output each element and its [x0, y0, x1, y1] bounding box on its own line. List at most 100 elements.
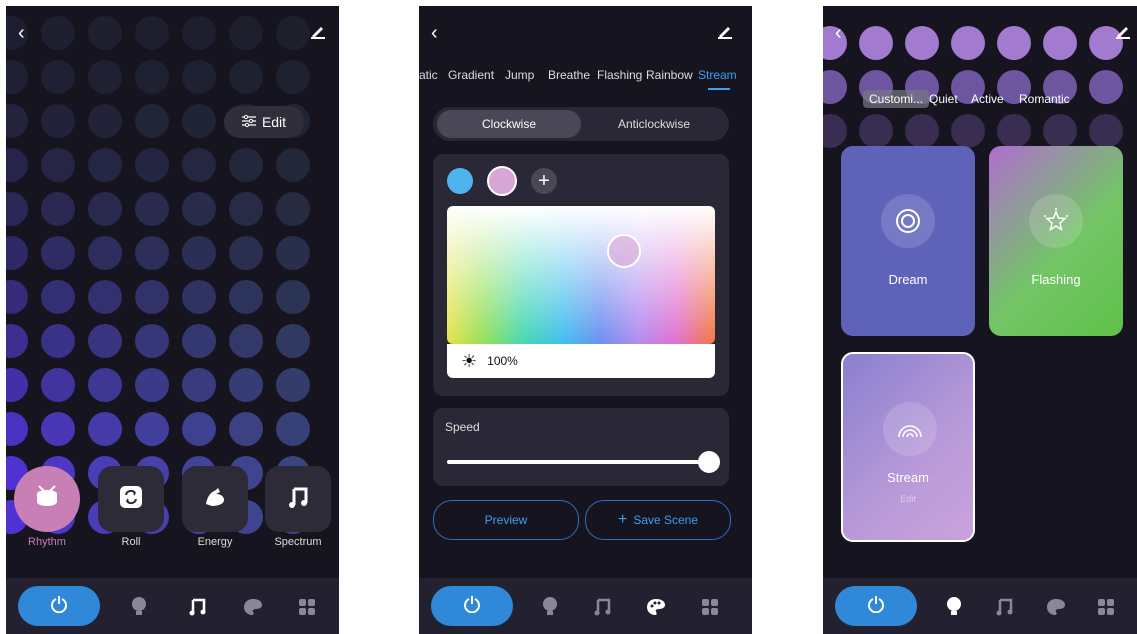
- tab-jump[interactable]: Jump: [505, 68, 534, 82]
- save-scene-button[interactable]: + Save Scene: [585, 500, 731, 540]
- color-swatch-pink[interactable]: [487, 166, 517, 196]
- led-dot: [41, 16, 75, 50]
- tab-customize[interactable]: Customi...: [863, 90, 930, 108]
- color-picker-handle[interactable]: [607, 234, 641, 268]
- music-tab-icon[interactable]: [591, 596, 613, 618]
- led-dot: [41, 280, 75, 314]
- color-swatch-blue[interactable]: [447, 168, 473, 194]
- palette-icon[interactable]: [645, 596, 667, 618]
- tab-rainbow[interactable]: Rainbow: [646, 68, 693, 82]
- power-button[interactable]: [431, 586, 513, 626]
- pencil-icon[interactable]: [1115, 22, 1131, 45]
- repeat-icon: [118, 484, 144, 515]
- mode-label-energy: Energy: [197, 536, 233, 548]
- scene-card-dream[interactable]: Dream: [841, 146, 975, 336]
- led-dot: [6, 16, 28, 50]
- back-icon[interactable]: ‹: [431, 22, 438, 45]
- led-dot: [276, 280, 310, 314]
- power-button[interactable]: [835, 586, 917, 626]
- led-dot: [6, 148, 28, 182]
- palette-icon[interactable]: [242, 596, 264, 618]
- back-icon[interactable]: ‹: [835, 22, 842, 45]
- preview-button[interactable]: Preview: [433, 500, 579, 540]
- led-dot: [182, 324, 216, 358]
- power-button[interactable]: [18, 586, 100, 626]
- pencil-icon[interactable]: [717, 22, 733, 45]
- scene-card-stream[interactable]: Stream Edit: [841, 352, 975, 542]
- mode-spectrum-button[interactable]: [265, 466, 331, 532]
- tab-active[interactable]: Active: [971, 92, 1004, 106]
- led-dot: [88, 412, 122, 446]
- grid-icon[interactable]: [296, 596, 318, 618]
- brightness-value: 100%: [487, 354, 518, 368]
- tab-flashing[interactable]: Flashing: [597, 68, 642, 82]
- led-dot: [229, 236, 263, 270]
- tab-static[interactable]: atic: [419, 68, 438, 82]
- led-dot: [905, 114, 939, 148]
- mode-energy-button[interactable]: [182, 466, 248, 532]
- scenes-screen: ‹ Customi... Quiet Active Romantic Dream…: [823, 6, 1137, 634]
- led-dot: [135, 192, 169, 226]
- bulb-icon[interactable]: [539, 596, 561, 618]
- bulb-icon[interactable]: [943, 596, 965, 618]
- back-icon[interactable]: ‹: [18, 22, 25, 45]
- concentric-circle-icon: [881, 194, 935, 248]
- led-dot: [182, 412, 216, 446]
- music-note-icon: [286, 485, 310, 514]
- speed-slider[interactable]: [447, 451, 720, 473]
- tab-breathe[interactable]: Breathe: [548, 68, 590, 82]
- led-dot: [6, 60, 28, 94]
- led-dot: [823, 70, 847, 104]
- mode-label-rhythm: Rhythm: [28, 536, 66, 548]
- led-dot: [88, 104, 122, 138]
- effect-tabs: atic Gradient Jump Breathe Flashing Rain…: [419, 68, 752, 92]
- tab-gradient[interactable]: Gradient: [448, 68, 494, 82]
- tab-underline: [708, 88, 730, 90]
- led-dot: [6, 368, 28, 402]
- speed-knob[interactable]: [698, 451, 720, 473]
- muscle-icon: [202, 484, 228, 515]
- scene-label-stream: Stream: [887, 470, 929, 485]
- led-dot: [229, 324, 263, 358]
- led-dot: [182, 192, 216, 226]
- add-color-icon[interactable]: +: [531, 168, 557, 194]
- music-tab-icon[interactable]: [186, 596, 208, 618]
- grid-icon[interactable]: [1095, 596, 1117, 618]
- scene-edit-label[interactable]: Edit: [843, 494, 973, 504]
- drum-icon: [33, 484, 61, 515]
- mode-roll-button[interactable]: [98, 466, 164, 532]
- anticlockwise-option[interactable]: Anticlockwise: [583, 110, 725, 138]
- led-dot: [229, 368, 263, 402]
- pencil-icon[interactable]: [310, 22, 326, 45]
- led-dot: [229, 412, 263, 446]
- scene-card-flashing[interactable]: Flashing: [989, 146, 1123, 336]
- save-scene-label: Save Scene: [633, 513, 699, 527]
- led-dot: [276, 324, 310, 358]
- mode-label-roll: Roll: [121, 536, 141, 548]
- grid-icon[interactable]: [699, 596, 721, 618]
- led-dot: [88, 324, 122, 358]
- mode-rhythm-button[interactable]: [14, 466, 80, 532]
- led-dot: [229, 280, 263, 314]
- tab-romantic[interactable]: Romantic: [1019, 92, 1070, 106]
- edit-button[interactable]: Edit: [224, 106, 304, 138]
- bulb-icon[interactable]: [128, 596, 150, 618]
- tab-stream[interactable]: Stream: [698, 68, 737, 82]
- music-tab-icon[interactable]: [993, 596, 1015, 618]
- led-dot: [229, 192, 263, 226]
- color-picker[interactable]: [447, 206, 715, 344]
- led-dot: [135, 148, 169, 182]
- led-dot: [41, 192, 75, 226]
- palette-icon[interactable]: [1045, 596, 1067, 618]
- led-dot: [1043, 26, 1077, 60]
- led-dot: [41, 412, 75, 446]
- bottom-nav: [6, 578, 339, 634]
- brightness-bar[interactable]: ☀ 100%: [447, 344, 715, 378]
- tab-quiet[interactable]: Quiet: [929, 92, 958, 106]
- rhythm-screen: ‹ Edit Rhythm Roll Energy Spectrum: [6, 6, 339, 634]
- led-dot: [276, 60, 310, 94]
- led-dot: [229, 16, 263, 50]
- clockwise-option[interactable]: Clockwise: [437, 110, 581, 138]
- direction-toggle: Clockwise Anticlockwise: [433, 107, 729, 141]
- led-dot: [905, 26, 939, 60]
